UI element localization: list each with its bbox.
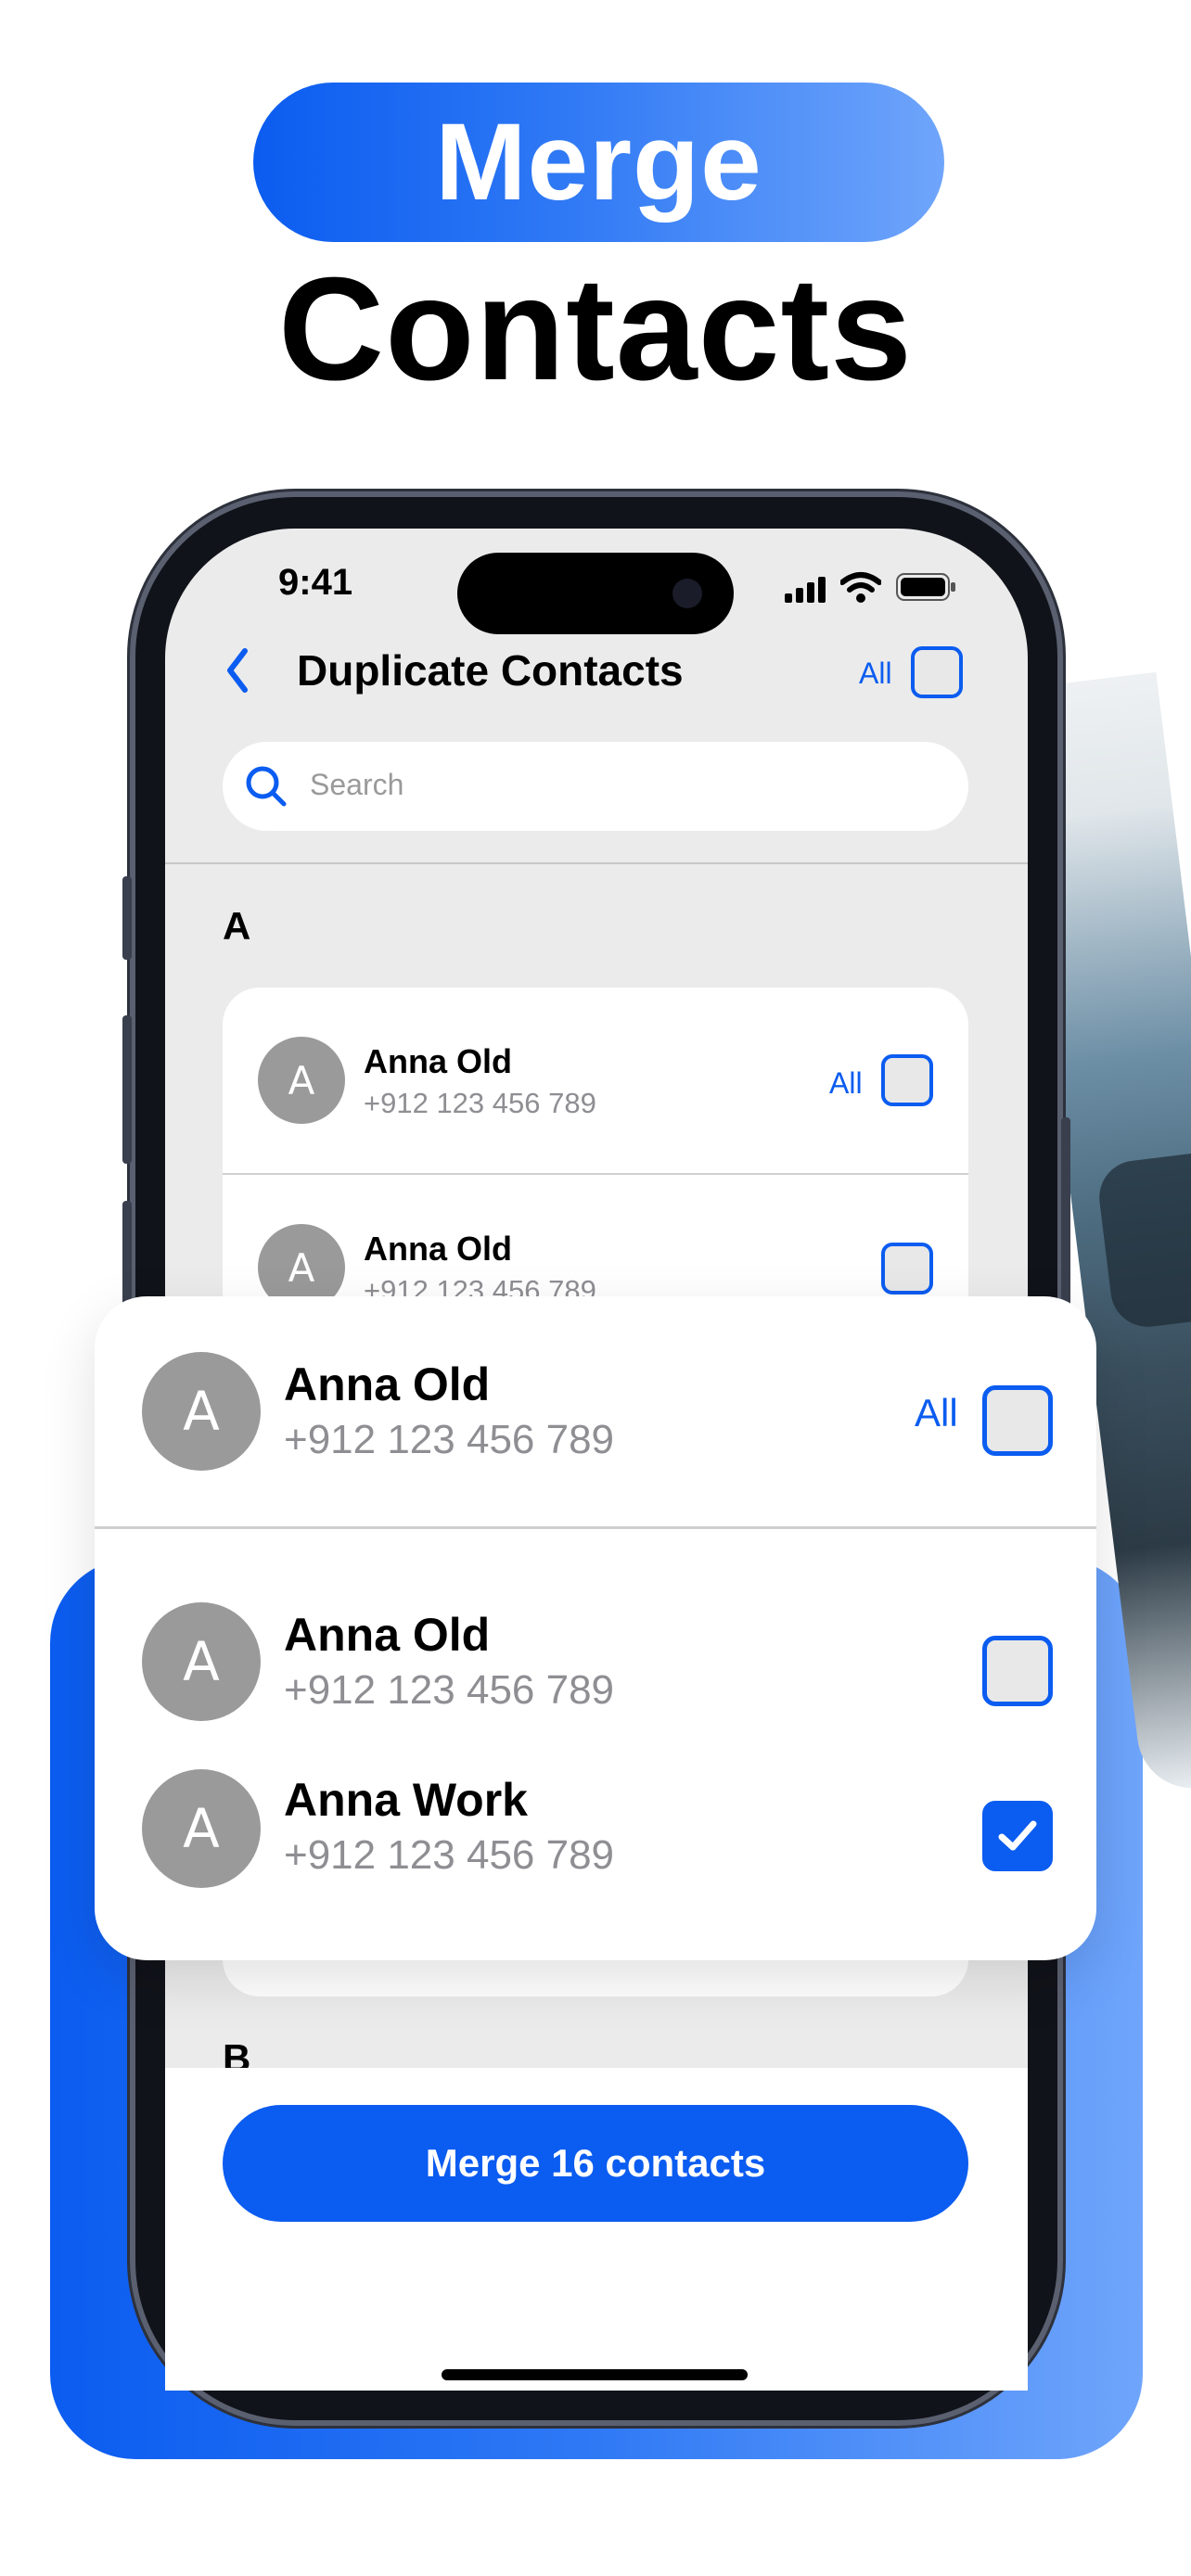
back-chevron-icon[interactable] [221,645,254,695]
select-group-label[interactable]: All [829,1066,863,1101]
checkmark-icon [998,1820,1037,1851]
headline-pill-text: Merge [435,101,762,223]
section-header-a: A [223,904,251,948]
signal-icon [785,577,826,603]
headline-pill: Merge [253,83,944,242]
contact-phone: +912 123 456 789 [284,1832,615,1878]
search-icon [246,766,287,807]
divider [223,1173,968,1175]
select-group-checkbox[interactable] [982,1385,1053,1456]
contact-name: Anna Old [284,1609,491,1661]
merge-contacts-button[interactable]: Merge 16 contacts [223,2105,968,2222]
avatar: A [258,1037,345,1124]
select-all-label[interactable]: All [859,657,892,691]
contact-name: Anna Old [364,1042,512,1080]
battery-icon [896,573,955,601]
select-group-checkbox[interactable] [881,1054,933,1106]
phone-side-button [122,876,132,960]
contact-checkbox[interactable] [881,1243,933,1294]
contact-phone: +912 123 456 789 [284,1667,615,1713]
phone-volume-up [122,1015,132,1164]
page-title: Duplicate Contacts [297,646,684,695]
status-time: 9:41 [278,562,353,603]
contact-name: Anna Old [284,1358,491,1410]
select-all-checkbox[interactable] [911,646,963,698]
contact-checkbox[interactable] [982,1636,1053,1706]
contact-name: Anna Old [364,1230,512,1268]
contact-phone: +912 123 456 789 [364,1087,596,1119]
select-group-label[interactable]: All [915,1391,958,1435]
contact-phone: +912 123 456 789 [284,1417,615,1462]
search-placeholder: Search [310,768,404,801]
avatar: A [142,1602,261,1721]
wifi-icon [840,572,881,603]
divider [165,862,1028,864]
divider [95,1526,1096,1529]
contact-name: Anna Work [284,1774,528,1826]
camera-icon [672,579,702,608]
home-indicator [442,2369,748,2380]
avatar: A [142,1352,261,1471]
contact-checkbox-checked[interactable] [982,1801,1053,1871]
headline-title: Contacts [278,248,913,411]
avatar: A [142,1769,261,1888]
